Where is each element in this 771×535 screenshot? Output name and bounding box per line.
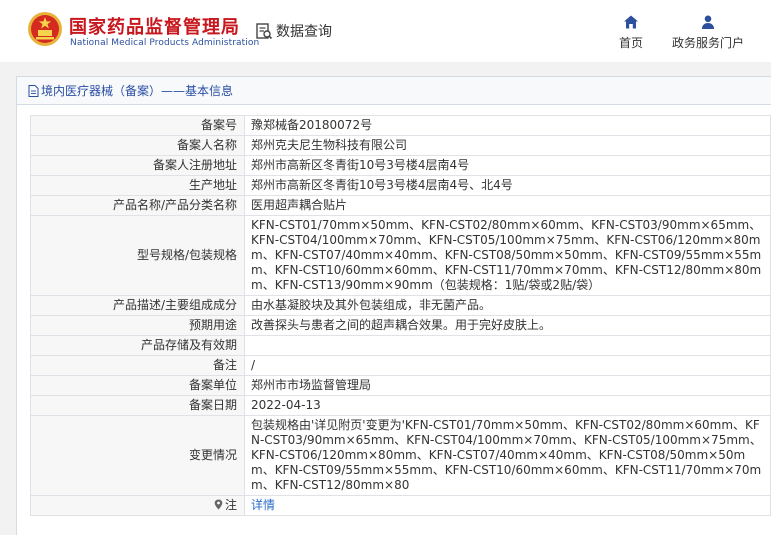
- table-row: 生产地址 郑州市高新区冬青街10号3号楼4层南4号、北4号: [30, 175, 771, 196]
- data-query-icon: [256, 23, 273, 40]
- row-label: 生产地址: [30, 175, 245, 196]
- detail-link[interactable]: 详情: [251, 498, 275, 512]
- panel-title: 境内医疗器械（备案）——基本信息: [41, 84, 234, 98]
- row-value: /: [244, 355, 771, 376]
- row-label: 备案人名称: [30, 135, 245, 156]
- table-row: 型号规格/包装规格 KFN-CST01/70mm×50mm、KFN-CST02/…: [30, 215, 771, 296]
- row-label: 型号规格/包装规格: [30, 215, 245, 296]
- record-info-table: 备案号 豫郑械备20180072号 备案人名称 郑州克夫尼生物科技有限公司 备案…: [30, 115, 771, 516]
- table-row: 产品名称/产品分类名称 医用超声耦合贴片: [30, 195, 771, 216]
- national-emblem-icon: [28, 12, 62, 46]
- row-value: 郑州克夫尼生物科技有限公司: [244, 135, 771, 156]
- row-label: 产品名称/产品分类名称: [30, 195, 245, 216]
- table-row: 备案单位 郑州市市场监督管理局: [30, 375, 771, 396]
- row-label: 预期用途: [30, 315, 245, 336]
- table-row: 备案日期 2022-04-13: [30, 395, 771, 416]
- panel-header: 境内医疗器械（备案）——基本信息: [17, 77, 771, 105]
- row-label: 备案单位: [30, 375, 245, 396]
- user-icon: [701, 15, 715, 29]
- nav-home[interactable]: 首页: [617, 14, 645, 51]
- row-value: 2022-04-13: [244, 395, 771, 416]
- row-label: 产品存储及有效期: [30, 335, 245, 356]
- data-query-link[interactable]: 数据查询: [255, 20, 332, 42]
- row-value: 包装规格由'详见附页'变更为'KFN-CST01/70mm×50mm、KFN-C…: [244, 415, 771, 496]
- row-value: 郑州市市场监督管理局: [244, 375, 771, 396]
- row-value: 医用超声耦合贴片: [244, 195, 771, 216]
- row-label: 变更情况: [30, 415, 245, 496]
- table-row: 备案人名称 郑州克夫尼生物科技有限公司: [30, 135, 771, 156]
- row-value: 详情: [244, 495, 771, 516]
- detail-panel: 境内医疗器械（备案）——基本信息 备案号 豫郑械备20180072号 备案人名称…: [16, 76, 771, 535]
- nav-home-label: 首页: [618, 36, 643, 50]
- home-icon: [624, 15, 638, 29]
- pin-icon: [214, 499, 223, 510]
- row-value: 改善探头与患者之间的超声耦合效果。用于完好皮肤上。: [244, 315, 771, 336]
- table-row: 变更情况 包装规格由'详见附页'变更为'KFN-CST01/70mm×50mm、…: [30, 415, 771, 496]
- nav-service-portal[interactable]: 政务服务门户: [670, 14, 746, 51]
- table-row: 备案人注册地址 郑州市高新区冬青街10号3号楼4层南4号: [30, 155, 771, 176]
- row-label: 备案号: [30, 115, 245, 136]
- row-value: 由水基凝胶块及其外包装组成，非无菌产品。: [244, 295, 771, 316]
- table-row: 备注 /: [30, 355, 771, 376]
- row-label: 备案人注册地址: [30, 155, 245, 176]
- site-header: 国家药品监督管理局 National Medical Products Admi…: [0, 0, 771, 62]
- nav-service-portal-label: 政务服务门户: [671, 36, 744, 50]
- row-value: [244, 335, 771, 356]
- document-icon: [28, 84, 39, 97]
- row-value: 郑州市高新区冬青街10号3号楼4层南4号: [244, 155, 771, 176]
- table-row: 产品存储及有效期: [30, 335, 771, 356]
- row-value: 豫郑械备20180072号: [244, 115, 771, 136]
- row-label: 备案日期: [30, 395, 245, 416]
- row-label: 注: [30, 495, 245, 516]
- row-label: 产品描述/主要组成成分: [30, 295, 245, 316]
- note-label: 注: [224, 498, 237, 512]
- table-row: 注 详情: [30, 495, 771, 516]
- row-value: 郑州市高新区冬青街10号3号楼4层南4号、北4号: [244, 175, 771, 196]
- data-query-label: 数据查询: [276, 24, 332, 40]
- row-label: 备注: [30, 355, 245, 376]
- row-value: KFN-CST01/70mm×50mm、KFN-CST02/80mm×60mm、…: [244, 215, 771, 296]
- brand-subtitle: National Medical Products Administration: [70, 38, 260, 48]
- brand-title[interactable]: 国家药品监督管理局: [69, 13, 240, 39]
- table-row: 备案号 豫郑械备20180072号: [30, 115, 771, 136]
- table-row: 预期用途 改善探头与患者之间的超声耦合效果。用于完好皮肤上。: [30, 315, 771, 336]
- table-row: 产品描述/主要组成成分 由水基凝胶块及其外包装组成，非无菌产品。: [30, 295, 771, 316]
